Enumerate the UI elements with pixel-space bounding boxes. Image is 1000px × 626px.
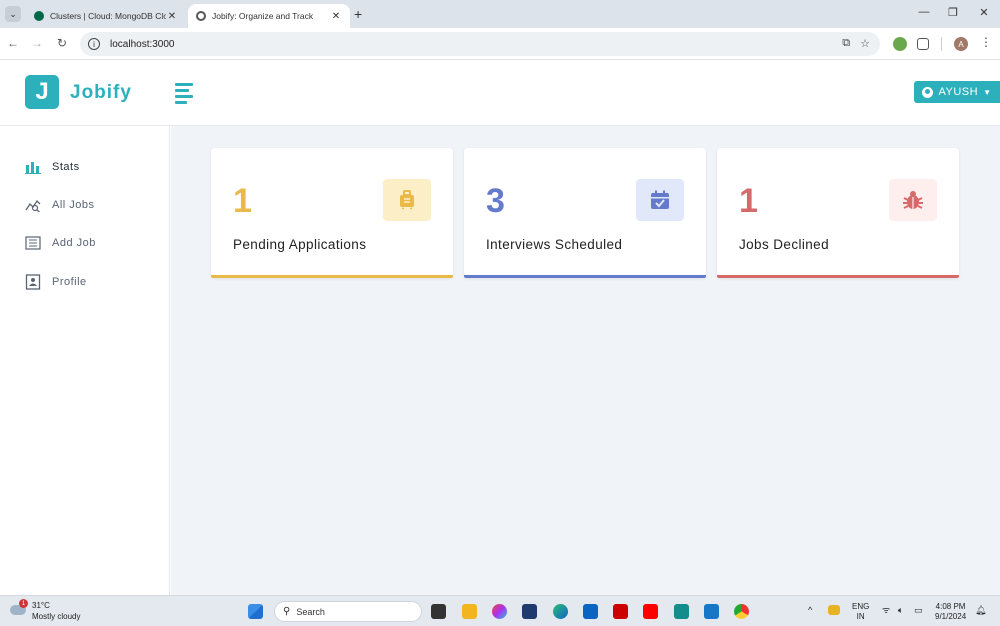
user-name: AYUSH	[938, 86, 979, 98]
battery-icon[interactable]: ▭	[914, 605, 923, 615]
taskbar-search[interactable]: ⚲ Search	[274, 601, 422, 622]
stats-content: 1 Pending Applications 3 Interviews Sche…	[171, 126, 1000, 595]
vscode-icon[interactable]	[704, 604, 719, 619]
extensions-puzzle-icon[interactable]	[917, 38, 929, 50]
browser-tab-mongodb[interactable]: Clusters | Cloud: MongoDB Clo ✕	[26, 4, 186, 28]
user-circle-icon	[922, 86, 934, 98]
chrome-menu-icon[interactable]: ⋮	[980, 35, 994, 49]
extension-green-icon[interactable]	[893, 37, 907, 51]
reload-icon[interactable]: ↻	[55, 36, 69, 50]
back-icon[interactable]: ←	[6, 36, 20, 50]
stat-card-interviews: 3 Interviews Scheduled	[464, 148, 706, 278]
sidebar-item-stats[interactable]: Stats	[24, 157, 80, 177]
mongodb-favicon-icon	[34, 11, 44, 21]
calendar-check-icon	[636, 179, 684, 221]
logo-text: Jobify	[70, 82, 132, 103]
sidebar-item-label: Add Job	[52, 237, 96, 249]
tab-search-button[interactable]: ⌄	[5, 6, 21, 22]
task-view-icon[interactable]	[431, 604, 446, 619]
sidebar-item-all-jobs[interactable]: All Jobs	[24, 195, 95, 215]
cast-icon[interactable]: ⧉	[842, 37, 850, 50]
volume-icon[interactable]: 🔈︎	[898, 605, 903, 615]
toolbar-divider	[941, 37, 942, 51]
chrome-icon[interactable]	[734, 604, 749, 619]
stat-count: 3	[486, 182, 505, 220]
toggle-sidebar-button[interactable]	[175, 83, 193, 104]
profile-avatar[interactable]: A	[954, 37, 968, 51]
date: 9/1/2024	[935, 612, 967, 621]
lang-top: ENG	[852, 602, 870, 611]
notification-badge: 1	[19, 599, 28, 608]
tab-title: Jobify: Organize and Track	[212, 11, 314, 21]
file-explorer-icon[interactable]	[462, 604, 477, 619]
close-tab-icon[interactable]: ✕	[330, 11, 342, 22]
show-hidden-icons[interactable]: ^	[808, 605, 812, 615]
stat-accent-bar	[717, 275, 959, 278]
logo-icon: J	[25, 75, 59, 109]
mcafee-icon[interactable]	[613, 604, 628, 619]
youtube-icon[interactable]	[643, 604, 658, 619]
sidebar-item-label: Profile	[52, 276, 87, 288]
windows-taskbar: 1 31°C Mostly cloudy ⚲ Search ^ ENG IN ᯤ…	[0, 595, 1000, 626]
stat-card-pending: 1 Pending Applications	[211, 148, 453, 278]
profile-icon	[24, 274, 42, 290]
edge-icon[interactable]	[553, 604, 568, 619]
close-window-icon[interactable]: ✕	[977, 6, 991, 19]
weather-temp: 31°C	[32, 601, 50, 610]
restore-icon[interactable]: ❐	[946, 6, 960, 19]
stat-accent-bar	[211, 275, 453, 278]
bug-icon	[889, 179, 937, 221]
stat-count: 1	[739, 182, 758, 220]
all-jobs-icon	[24, 197, 42, 213]
url-text: localhost:3000	[110, 38, 175, 50]
search-placeholder: Search	[296, 606, 325, 617]
close-tab-icon[interactable]: ✕	[166, 11, 178, 22]
outlook-icon[interactable]	[583, 604, 598, 619]
forward-icon[interactable]: →	[30, 36, 44, 50]
stat-label: Jobs Declined	[739, 237, 829, 252]
stat-card-declined: 1 Jobs Declined	[717, 148, 959, 278]
stat-accent-bar	[464, 275, 706, 278]
sidebar-item-profile[interactable]: Profile	[24, 272, 87, 292]
suitcase-icon	[383, 179, 431, 221]
stat-label: Interviews Scheduled	[486, 237, 623, 252]
lang-bottom: IN	[856, 612, 865, 621]
stat-label: Pending Applications	[233, 237, 367, 252]
weather-condition: Mostly cloudy	[32, 612, 81, 621]
browser-tab-jobify[interactable]: Jobify: Organize and Track ✕	[188, 4, 350, 28]
search-icon: ⚲	[283, 606, 291, 617]
minimize-icon[interactable]: —	[917, 6, 931, 18]
copilot-icon[interactable]	[492, 604, 507, 619]
site-info-icon[interactable]: i	[88, 38, 100, 50]
url-input[interactable]: i localhost:3000 ⧉ ☆	[80, 32, 880, 56]
browser-tab-bar: ⌄ Clusters | Cloud: MongoDB Clo ✕ Jobify…	[0, 0, 1000, 28]
tab-title: Clusters | Cloud: MongoDB Clo	[50, 11, 166, 21]
stats-icon	[24, 159, 42, 175]
notification-bell-icon[interactable]: 🔔︎	[975, 605, 986, 615]
jobify-app: J Jobify AYUSH ▼ Stats All Jobs Add Job …	[0, 60, 1000, 595]
sidebar: Stats All Jobs Add Job Profile	[0, 126, 170, 595]
time: 4:08 PM	[935, 602, 966, 611]
wifi-icon[interactable]: ᯤ	[882, 605, 890, 615]
stat-count: 1	[233, 182, 252, 220]
store-icon[interactable]	[522, 604, 537, 619]
language-indicator[interactable]: ENG IN	[852, 602, 869, 622]
tray-app-icon[interactable]	[828, 605, 840, 615]
browser-address-bar: ← → ↻ i localhost:3000 ⧉ ☆ ⋮	[0, 28, 1000, 60]
sidebar-item-add-job[interactable]: Add Job	[24, 233, 96, 253]
user-menu-button[interactable]: AYUSH ▼	[914, 81, 1000, 103]
new-tab-button[interactable]: +	[354, 6, 362, 22]
top-navbar: J Jobify AYUSH ▼	[0, 60, 1000, 126]
sidebar-item-label: Stats	[52, 161, 80, 173]
caret-down-icon: ▼	[983, 87, 992, 97]
add-job-icon	[24, 235, 42, 251]
sidebar-item-label: All Jobs	[52, 199, 95, 211]
bookmark-star-icon[interactable]: ☆	[860, 37, 870, 50]
windows-start-icon[interactable]	[248, 604, 263, 619]
clock[interactable]: 4:08 PM 9/1/2024	[935, 602, 966, 622]
app-icon[interactable]	[674, 604, 689, 619]
jobify-favicon-icon	[196, 11, 206, 21]
